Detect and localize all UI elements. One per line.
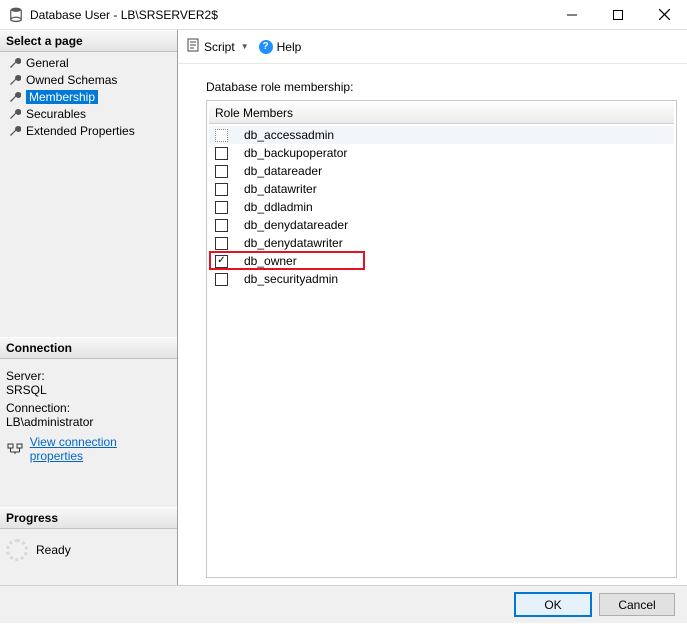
ok-button[interactable]: OK bbox=[515, 593, 591, 616]
server-value: SRSQL bbox=[6, 383, 171, 397]
dialog-footer: OK Cancel bbox=[0, 585, 687, 623]
role-label: db_backupoperator bbox=[244, 146, 347, 160]
toolbar: Script ▼ ? Help bbox=[178, 30, 687, 64]
role-label: db_ddladmin bbox=[244, 200, 313, 214]
role-checkbox[interactable] bbox=[215, 219, 228, 232]
ok-label: OK bbox=[544, 598, 561, 612]
wrench-icon bbox=[8, 57, 22, 69]
role-checkbox[interactable] bbox=[215, 201, 228, 214]
sidebar-item-label: Owned Schemas bbox=[26, 73, 117, 87]
sidebar-item-membership[interactable]: Membership bbox=[0, 88, 177, 105]
role-list: db_accessadmin db_backupoperator db_datare… bbox=[207, 124, 676, 290]
window-title: Database User - LB\SRSERVER2$ bbox=[30, 8, 549, 22]
progress-spinner-icon bbox=[6, 539, 28, 561]
role-checkbox[interactable] bbox=[215, 129, 228, 142]
script-icon bbox=[186, 38, 200, 55]
progress-header: Progress bbox=[0, 507, 177, 529]
role-checkbox[interactable]: ✓ bbox=[215, 255, 228, 268]
role-row[interactable]: db_datawriter bbox=[209, 180, 674, 198]
minimize-button[interactable] bbox=[549, 0, 595, 30]
group-label: Database role membership: bbox=[200, 76, 677, 94]
sidebar-item-extended-properties[interactable]: Extended Properties bbox=[0, 122, 177, 139]
role-row[interactable]: db_backupoperator bbox=[209, 144, 674, 162]
select-page-header: Select a page bbox=[0, 30, 177, 52]
sidebar-item-label: Securables bbox=[26, 107, 86, 121]
connection-panel: Server: SRSQL Connection: LB\administrat… bbox=[0, 359, 177, 467]
role-row[interactable]: db_denydatareader bbox=[209, 216, 674, 234]
sidebar-item-label: General bbox=[26, 56, 69, 70]
sidebar-item-label: Membership bbox=[26, 90, 98, 104]
role-label: db_denydatawriter bbox=[244, 236, 343, 250]
role-row[interactable]: db_denydatawriter bbox=[209, 234, 674, 252]
help-button[interactable]: ? Help bbox=[259, 40, 302, 54]
sidebar-item-label: Extended Properties bbox=[26, 124, 135, 138]
sidebar: Select a page General Owned Schemas Member… bbox=[0, 30, 178, 585]
sidebar-item-securables[interactable]: Securables bbox=[0, 105, 177, 122]
cancel-button[interactable]: Cancel bbox=[599, 593, 675, 616]
sidebar-item-general[interactable]: General bbox=[0, 54, 177, 71]
sidebar-item-owned-schemas[interactable]: Owned Schemas bbox=[0, 71, 177, 88]
database-icon bbox=[8, 6, 24, 24]
role-label: db_datawriter bbox=[244, 182, 317, 196]
view-connection-properties-link[interactable]: View connection properties bbox=[30, 435, 171, 463]
role-row[interactable]: db_securityadmin bbox=[209, 270, 674, 288]
role-membership-group: Role Members db_accessadmin db_backupoper… bbox=[206, 100, 677, 578]
cancel-label: Cancel bbox=[618, 598, 655, 612]
content-area: Script ▼ ? Help Database role membership… bbox=[178, 30, 687, 585]
role-label: db_datareader bbox=[244, 164, 322, 178]
server-label: Server: bbox=[6, 369, 171, 383]
role-label: db_accessadmin bbox=[244, 128, 334, 142]
role-checkbox[interactable] bbox=[215, 147, 228, 160]
maximize-button[interactable] bbox=[595, 0, 641, 30]
role-row[interactable]: db_datareader bbox=[209, 162, 674, 180]
role-label: db_owner bbox=[244, 254, 297, 268]
connection-value: LB\administrator bbox=[6, 415, 171, 429]
script-button[interactable]: Script ▼ bbox=[186, 38, 249, 55]
help-label: Help bbox=[277, 40, 302, 54]
role-row[interactable]: db_ddladmin bbox=[209, 198, 674, 216]
role-checkbox[interactable] bbox=[215, 237, 228, 250]
role-row[interactable]: db_accessadmin bbox=[209, 126, 674, 144]
connection-label: Connection: bbox=[6, 401, 171, 415]
connection-header: Connection bbox=[0, 337, 177, 359]
wrench-icon bbox=[8, 108, 22, 120]
wrench-icon bbox=[8, 91, 22, 103]
help-icon: ? bbox=[259, 40, 273, 54]
script-label: Script bbox=[204, 40, 235, 54]
wrench-icon bbox=[8, 74, 22, 86]
progress-panel: Ready bbox=[0, 529, 177, 571]
close-button[interactable] bbox=[641, 0, 687, 30]
role-label: db_securityadmin bbox=[244, 272, 338, 286]
role-row[interactable]: ✓ db_owner bbox=[209, 252, 674, 270]
wrench-icon bbox=[8, 125, 22, 137]
title-bar: Database User - LB\SRSERVER2$ bbox=[0, 0, 687, 30]
role-checkbox[interactable] bbox=[215, 183, 228, 196]
progress-text: Ready bbox=[36, 543, 71, 557]
role-members-header: Role Members bbox=[209, 103, 674, 124]
role-label: db_denydatareader bbox=[244, 218, 348, 232]
role-checkbox[interactable] bbox=[215, 273, 228, 286]
network-icon bbox=[6, 443, 24, 455]
chevron-down-icon: ▼ bbox=[241, 42, 249, 51]
role-checkbox[interactable] bbox=[215, 165, 228, 178]
